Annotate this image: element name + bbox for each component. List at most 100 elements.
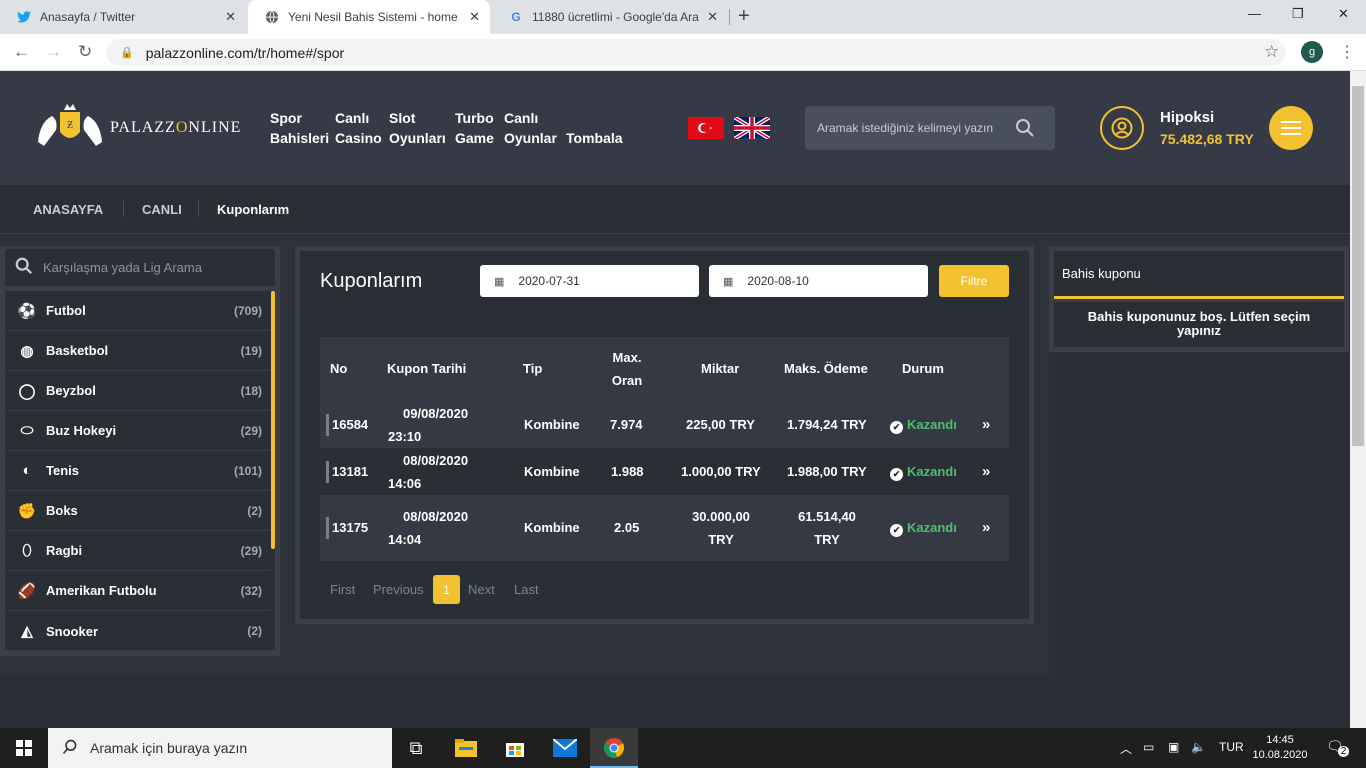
sport-item-ragbi[interactable]: ⬯ Ragbi (29) — [5, 531, 270, 571]
sport-item-basketbol[interactable]: ◍ Basketbol (19) — [5, 331, 270, 371]
sport-item-amerikan-futbolu[interactable]: 🏈 Amerikan Futbolu (32) — [5, 571, 270, 611]
date-from-input[interactable]: ▦ 2020-07-31 — [480, 265, 699, 297]
forward-arrow-icon[interactable]: → — [45, 42, 62, 62]
nav-turbo-game[interactable]: Turbo Game — [455, 108, 494, 148]
sport-list: ⚽ Futbol (709) ◍ Basketbol (19) ◯ Beyzbol (18)… — [5, 291, 275, 650]
basketball-icon: ◍ — [20, 342, 34, 360]
tab-title: 11880 ücretlimi - Google'da Ara — [532, 10, 699, 24]
breadcrumb-kuponlarim[interactable]: Kuponlarım — [217, 202, 289, 217]
status-badge: ✔ Kazandı — [890, 413, 957, 436]
betslip-empty-message: Bahis kuponunuz boş. Lütfen seçim yapını… — [1054, 302, 1344, 347]
nav-slot-oyunlari[interactable]: Slot Oyunları — [389, 108, 446, 148]
url-text: palazzonline.com/tr/home#/spor — [145, 44, 345, 61]
table-row[interactable]: 16584 09/08/2020 23:10 Kombine 7.974 225,… — [320, 401, 1009, 448]
tab-palazzonline[interactable]: Yeni Nesil Bahis Sistemi - home ✕ — [248, 0, 490, 34]
calendar-icon: ▦ — [723, 275, 734, 288]
battery-icon[interactable]: ▭ — [1143, 740, 1154, 754]
store-icon[interactable] — [491, 728, 539, 768]
task-view-icon[interactable]: ⧉ — [392, 728, 440, 768]
boxing-glove-icon: ✊ — [17, 502, 37, 520]
nav-canli-oyunlar[interactable]: Canlı Oyunlar — [504, 108, 557, 148]
tab-title: Yeni Nesil Bahis Sistemi - home — [288, 10, 458, 24]
pagination-next[interactable]: Next — [468, 582, 495, 597]
table-row[interactable]: 13175 08/08/2020 14:04 Kombine 2.05 30.00… — [320, 495, 1009, 561]
tab-twitter[interactable]: Anasayfa / Twitter ✕ — [0, 0, 246, 34]
site-search-input[interactable]: Aramak istediğiniz kelimeyi yazın — [805, 106, 1055, 150]
new-tab-button[interactable]: + — [738, 5, 750, 28]
coupons-table-header: No Kupon Tarihi Tip Max. Oran Miktar Maks… — [320, 337, 1009, 401]
sport-search-input[interactable]: Karşılaşma yada Lig Arama — [5, 249, 275, 286]
maximize-button[interactable]: ❐ — [1292, 6, 1304, 22]
file-explorer-icon[interactable] — [442, 728, 490, 768]
pagination-current-page[interactable]: 1 — [433, 575, 460, 604]
sport-item-futbol[interactable]: ⚽ Futbol (709) — [5, 291, 270, 331]
close-icon[interactable]: ✕ — [225, 9, 236, 25]
url-bar[interactable]: 🔒 palazzonline.com/tr/home#/spor — [106, 39, 1286, 66]
sport-item-tenis[interactable]: ◐ Tenis (101) — [5, 451, 270, 491]
page-scrollbar-thumb[interactable] — [1352, 86, 1364, 446]
sport-item-beyzbol[interactable]: ◯ Beyzbol (18) — [5, 371, 270, 411]
pagination-first[interactable]: First — [330, 582, 355, 597]
logo-text: PALAZZONLINE — [110, 119, 242, 136]
windows-start-icon[interactable] — [0, 728, 48, 768]
close-window-button[interactable]: ✕ — [1338, 6, 1349, 22]
bookmark-star-icon[interactable]: ☆ — [1264, 42, 1279, 62]
language-indicator[interactable]: TUR — [1219, 740, 1244, 754]
hamburger-menu-button[interactable] — [1269, 106, 1313, 150]
pagination-previous[interactable]: Previous — [373, 582, 424, 597]
double-chevron-right-icon[interactable]: » — [982, 460, 990, 483]
breadcrumb-anasayfa[interactable]: ANASAYFA — [33, 202, 103, 217]
hockey-puck-icon: ⬭ — [20, 422, 34, 439]
status-badge: ✔ Kazandı — [890, 516, 957, 539]
sport-item-snooker[interactable]: ◭ Snooker (2) — [5, 611, 270, 651]
system-clock[interactable]: 14:45 10.08.2020 — [1248, 733, 1312, 763]
chevron-up-icon[interactable]: ︿ — [1120, 740, 1132, 757]
footer-strip — [0, 678, 1350, 728]
filter-button[interactable]: Filtre — [939, 265, 1009, 297]
sport-item-boks[interactable]: ✊ Boks (2) — [5, 491, 270, 531]
mail-icon[interactable] — [541, 728, 589, 768]
sport-list-scrollbar[interactable] — [271, 291, 275, 549]
check-circle-icon: ✔ — [890, 468, 903, 481]
turkish-flag-icon[interactable] — [688, 117, 724, 139]
nav-spor-bahisleri[interactable]: Spor Bahisleri — [270, 108, 329, 148]
reload-icon[interactable]: ↻ — [78, 42, 92, 62]
page-title: Kuponlarım — [320, 270, 423, 292]
network-icon[interactable]: ▣ — [1168, 740, 1179, 754]
sport-item-buz-hokeyi[interactable]: ⬭ Buz Hokeyi (29) — [5, 411, 270, 451]
calendar-icon: ▦ — [494, 275, 505, 288]
american-football-icon: 🏈 — [17, 582, 37, 600]
menu-kebab-icon[interactable]: ⋮ — [1339, 42, 1355, 62]
user-account-icon[interactable] — [1100, 106, 1144, 150]
double-chevron-right-icon[interactable]: » — [982, 516, 990, 539]
lion-crest-icon: Ƶ — [34, 102, 106, 154]
profile-avatar[interactable]: g — [1301, 41, 1323, 63]
snooker-icon: ◭ — [21, 623, 33, 640]
breadcrumb — [0, 185, 1350, 234]
lock-icon: 🔒 — [120, 47, 134, 59]
minimize-button[interactable]: — — [1248, 6, 1261, 21]
nav-canli-casino[interactable]: Canlı Casino — [335, 108, 382, 148]
notification-center-icon[interactable]: 🗨2 — [1326, 738, 1355, 757]
google-icon: G — [511, 10, 521, 24]
nav-tombala[interactable]: Tombala — [566, 108, 623, 148]
uk-flag-icon[interactable] — [732, 115, 772, 141]
close-icon[interactable]: ✕ — [469, 9, 480, 25]
globe-icon — [264, 9, 280, 25]
pagination-last[interactable]: Last — [514, 582, 539, 597]
close-icon[interactable]: ✕ — [707, 9, 718, 25]
breadcrumb-canli[interactable]: CANLI — [142, 202, 182, 217]
date-to-input[interactable]: ▦ 2020-08-10 — [709, 265, 928, 297]
table-row[interactable]: 13181 08/08/2020 14:06 Kombine 1.988 1.00… — [320, 448, 1009, 495]
sport-search-placeholder: Karşılaşma yada Lig Arama — [43, 260, 202, 275]
taskbar-search-input[interactable]: Aramak için buraya yazın — [48, 728, 392, 768]
tab-separator — [729, 9, 730, 25]
betslip-title: Bahis kuponu — [1054, 251, 1344, 299]
volume-icon[interactable]: 🔈 — [1191, 740, 1206, 754]
double-chevron-right-icon[interactable]: » — [982, 413, 990, 436]
chrome-icon[interactable] — [590, 728, 638, 768]
back-arrow-icon[interactable]: ← — [13, 42, 30, 62]
search-icon[interactable] — [1015, 118, 1035, 141]
tab-google[interactable]: G 11880 ücretlimi - Google'da Ara ✕ — [492, 0, 728, 34]
site-logo[interactable]: Ƶ PALAZZONLINE — [34, 102, 241, 154]
